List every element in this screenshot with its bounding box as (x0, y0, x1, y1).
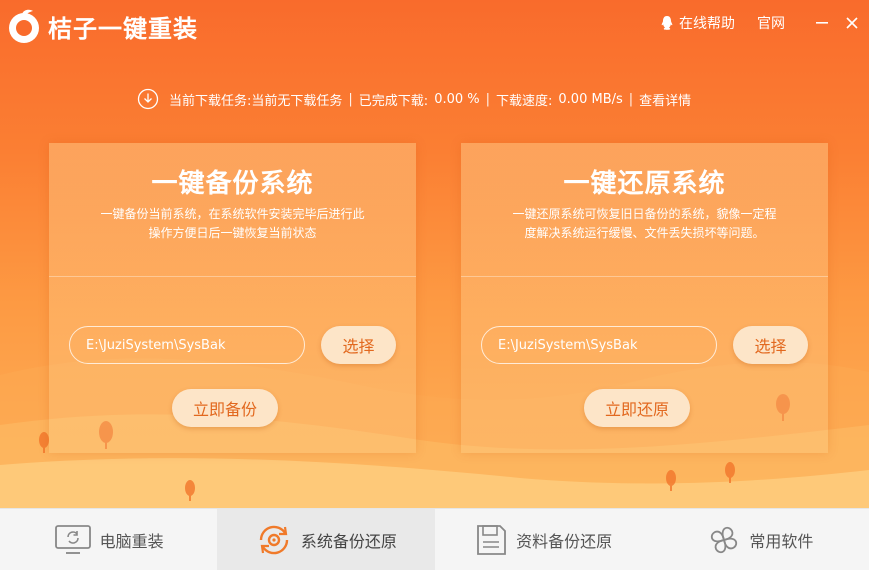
nav-data-backup-restore[interactable]: 资料备份还原 (435, 509, 652, 570)
app-window: 桔子一键重装 在线帮助 官网 当前下载任务: 当前无下载任务 | 已完成下载: … (0, 0, 869, 570)
online-help-label: 在线帮助 (679, 16, 735, 32)
nav-system-reinstall[interactable]: 电脑重装 (0, 509, 217, 570)
restore-card-title: 一键还原系统 (563, 169, 726, 199)
download-task-label: 当前下载任务: (169, 93, 252, 109)
backup-now-button[interactable]: 立即备份 (172, 389, 278, 427)
download-completed-value: 0.00 % (434, 91, 480, 107)
backup-card-description: 一键备份当前系统，在系统软件安装完毕后进行此操作方便日后一键恢复当前状态 (100, 207, 365, 240)
download-speed-value: 0.00 MB/s (558, 91, 623, 107)
title-bar-controls: 在线帮助 官网 (659, 0, 869, 46)
card-divider (49, 276, 416, 277)
orange-logo-icon (9, 9, 39, 43)
app-title: 桔子一键重装 (48, 14, 198, 43)
restore-card-description: 一键还原系统可恢复旧日备份的系统，貌像一定程度解决系统运行缓慢、文件丢失损坏等问… (512, 207, 777, 240)
backup-card-title: 一键备份系统 (151, 169, 314, 199)
download-speed-label: 下载速度: (496, 93, 553, 109)
nav-label: 常用软件 (749, 531, 814, 551)
restore-path-input[interactable] (481, 326, 717, 364)
close-icon (846, 17, 858, 29)
view-details-link[interactable]: 查看详情 (639, 90, 691, 109)
nav-label: 系统备份还原 (300, 531, 397, 551)
official-site-link[interactable]: 官网 (757, 13, 785, 33)
nav-system-backup-restore[interactable]: 系统备份还原 (217, 509, 435, 570)
app-logo: 桔子一键重装 (6, 8, 198, 44)
restore-select-button[interactable]: 选择 (733, 326, 808, 364)
qq-icon (661, 16, 673, 30)
download-icon (137, 88, 159, 110)
nav-label: 电脑重装 (99, 531, 164, 551)
download-completed-label: 已完成下载: (358, 93, 429, 109)
restore-now-button[interactable]: 立即还原 (584, 389, 690, 427)
online-help-link[interactable]: 在线帮助 (659, 13, 735, 33)
minimize-icon (816, 22, 828, 24)
backup-path-input[interactable] (69, 326, 305, 364)
minimize-button[interactable] (807, 8, 837, 38)
main-panel: 桔子一键重装 在线帮助 官网 当前下载任务: 当前无下载任务 | 已完成下载: … (0, 0, 869, 508)
nav-label: 资料备份还原 (516, 531, 613, 551)
save-disk-icon (477, 524, 507, 555)
monitor-refresh-icon (54, 524, 91, 554)
gear-sync-icon (259, 525, 289, 554)
close-button[interactable] (837, 8, 867, 38)
official-site-label: 官网 (757, 16, 785, 32)
backup-select-button[interactable]: 选择 (321, 326, 396, 364)
restore-card: 一键还原系统 一键还原系统可恢复旧日备份的系统，貌像一定程度解决系统运行缓慢、文… (461, 143, 828, 453)
card-divider (461, 276, 828, 277)
download-status-bar: 当前下载任务: 当前无下载任务 | 已完成下载: 0.00 % | 下载速度: … (137, 86, 691, 112)
backup-card: 一键备份系统 一键备份当前系统，在系统软件安装完毕后进行此操作方便日后一键恢复当… (49, 143, 416, 453)
fan-icon (711, 526, 738, 553)
nav-common-software[interactable]: 常用软件 (652, 509, 869, 570)
bottom-nav: 电脑重装 系统备份还原 资料备份还原 常用软件 (0, 508, 869, 570)
download-task-value: 当前无下载任务 (251, 93, 343, 109)
